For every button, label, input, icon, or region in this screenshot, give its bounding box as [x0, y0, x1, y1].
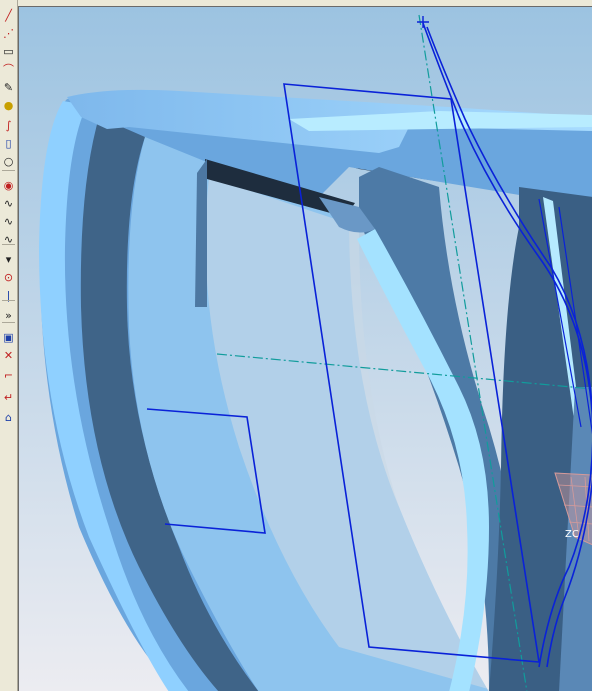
toolbar-separator	[2, 170, 15, 171]
toolbar-separator	[2, 300, 15, 301]
trim-icon[interactable]: ⌐	[1, 368, 16, 383]
dropdown-arrow-icon[interactable]: ▾	[1, 252, 16, 267]
revolve-icon[interactable]: ⊙	[1, 270, 16, 285]
toolbar-separator	[2, 322, 15, 323]
cross-icon[interactable]: ✕	[1, 348, 16, 363]
pen-icon[interactable]: ✎	[1, 80, 16, 95]
point-set-icon[interactable]: ⋰	[1, 26, 16, 41]
target-icon[interactable]: ◉	[1, 178, 16, 193]
spline-icon[interactable]: ∿	[1, 196, 16, 211]
toolbar-separator	[2, 244, 15, 245]
frame-icon[interactable]: ▯	[1, 136, 16, 151]
spline-icon[interactable]: ∿	[1, 214, 16, 229]
csys-axis-label: ZC	[565, 529, 579, 540]
left-toolbar: ╱ ⋰ ▭ ⌒ ✎ ● ∫ ▯ ○ ◉ ∿ ∿ ∿ ▾ ⊙ |» ▣ ✕ ⌐ ↵ ⌂	[0, 0, 18, 691]
circle-icon[interactable]: ○	[1, 154, 16, 169]
bulb-icon[interactable]: ●	[1, 98, 16, 113]
rectangle-icon[interactable]: ▭	[1, 44, 16, 59]
more-tools-icon[interactable]: »	[1, 308, 16, 323]
extend-icon[interactable]: ↵	[1, 390, 16, 405]
line-icon[interactable]: ╱	[1, 8, 16, 23]
model-view[interactable]: ZC	[19, 7, 592, 691]
graphics-viewport[interactable]: ZC	[18, 6, 592, 691]
home-icon[interactable]: ⌂	[1, 410, 16, 425]
box-icon[interactable]: ▣	[1, 330, 16, 345]
curve-icon[interactable]: ∫	[1, 118, 16, 133]
arc-icon[interactable]: ⌒	[1, 62, 16, 77]
